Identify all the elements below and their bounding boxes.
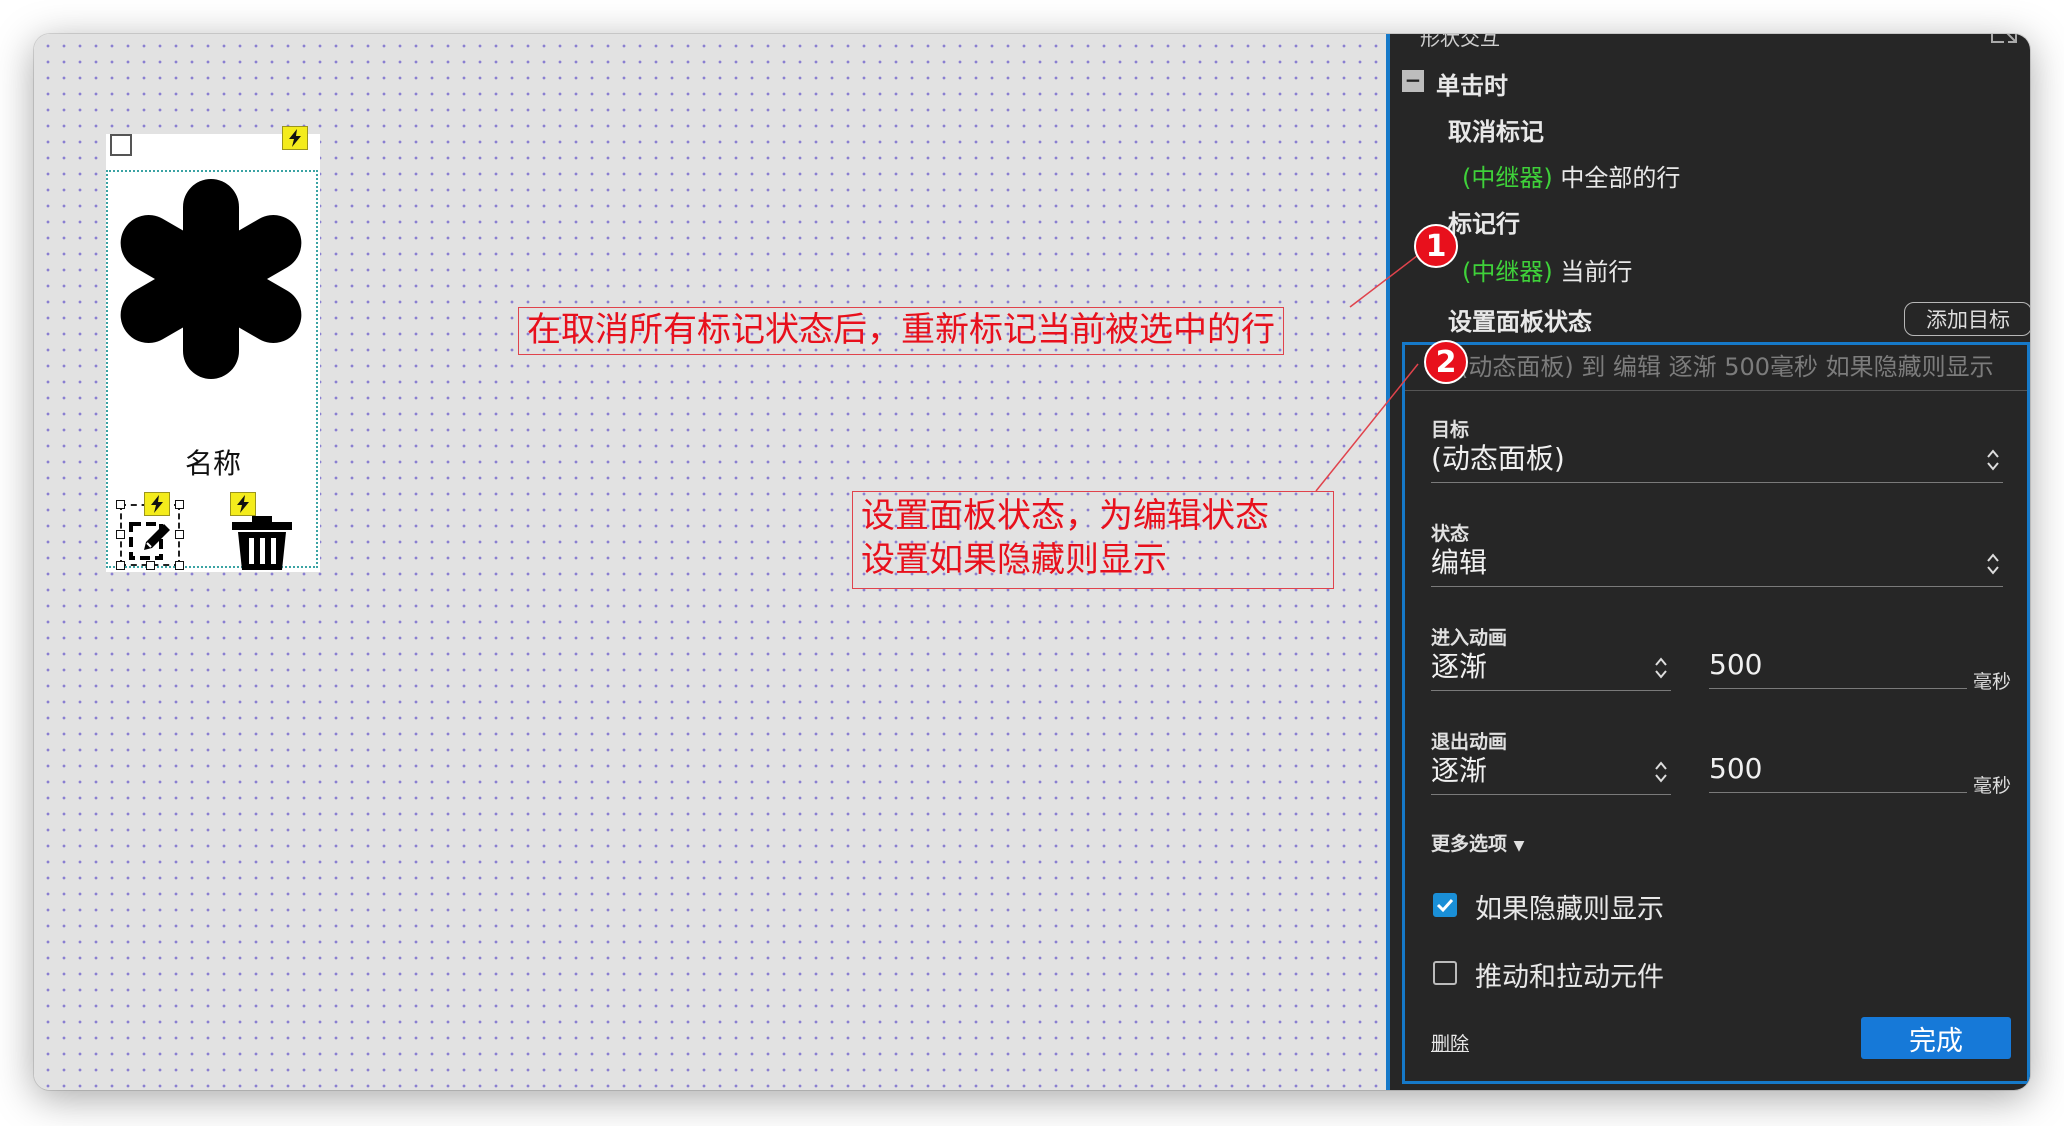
target-label: 目标 (1431, 419, 1470, 441)
target-select[interactable]: (动态面板) (1431, 439, 2003, 483)
pencil-edit-icon (129, 522, 170, 560)
state-label: 状态 (1431, 523, 1470, 545)
event-label[interactable]: 单击时 (1436, 66, 1508, 101)
action-mark-row[interactable]: 标记行 (1448, 204, 1520, 239)
target-value: (动态面板) (1431, 442, 1565, 475)
push-pull-label[interactable]: 推动和拉动元件 (1475, 955, 1664, 994)
action-unmark[interactable]: 取消标记 (1448, 112, 1544, 147)
annotation-2-line1: 设置面板状态，为编辑状态 (861, 496, 1269, 536)
interaction-panel: 形状交互 − 单击时 取消标记 (中继器) 中全部的行 标记行 (中继器) 当前… (1390, 34, 2030, 1090)
asterisk-icon (120, 179, 302, 379)
updown-chevron-icon (1655, 657, 1667, 679)
repeater-tag: (中继器) (1462, 164, 1553, 192)
exit-animation-value: 逐渐 (1431, 754, 1488, 787)
delete-link[interactable]: 删除 (1431, 1029, 1469, 1056)
exit-ms-unit: 毫秒 (1973, 775, 2012, 797)
action-editor: (动态面板) 到 编辑 逐渐 500毫秒 如果隐藏则显示 目标 (动态面板) 状… (1402, 342, 2030, 1084)
annotation-2-line2: 设置如果隐藏则显示 (861, 540, 1167, 580)
state-value: 编辑 (1431, 546, 1488, 579)
push-pull-checkbox[interactable] (1433, 961, 1457, 985)
triangle-down-icon: ▼ (1513, 838, 1525, 854)
show-if-hidden-checkbox[interactable] (1433, 893, 1457, 917)
exit-duration-input[interactable]: 500 (1709, 749, 1967, 793)
done-button[interactable]: 完成 (1861, 1017, 2011, 1059)
action-mark-row-target[interactable]: (中继器) 当前行 (1462, 252, 1632, 287)
annotation-2-box: 设置面板状态，为编辑状态 设置如果隐藏则显示 (852, 491, 1334, 589)
edit-bolt-icon (144, 492, 170, 516)
exit-duration-value: 500 (1709, 752, 1763, 785)
add-target-button[interactable]: 添加目标 (1904, 302, 2030, 336)
design-canvas[interactable]: 名称 在取消所有标记状态后，重新标记当前被选中的行 设置面板状态，为编辑状态 设… (34, 34, 1386, 1090)
more-options-label: 更多选项 (1431, 833, 1508, 855)
more-options-toggle[interactable]: 更多选项 ▼ (1431, 829, 1524, 856)
repeater-tag: (中继器) (1462, 258, 1553, 286)
trash-icon[interactable] (230, 514, 294, 570)
checkmark-icon (1436, 898, 1454, 913)
enter-duration-input[interactable]: 500 (1709, 645, 1967, 689)
action-set-panel-state[interactable]: 设置面板状态 (1448, 302, 1592, 337)
action-unmark-detail: 中全部的行 (1560, 164, 1681, 192)
collapse-event-button[interactable]: − (1402, 70, 1424, 92)
interaction-bolt-icon (282, 126, 308, 150)
enter-ms-unit: 毫秒 (1973, 671, 2012, 693)
section-header: 形状交互 (1420, 34, 1500, 50)
action-mark-row-detail: 当前行 (1560, 258, 1633, 286)
updown-chevron-icon (1987, 449, 1999, 471)
updown-chevron-icon (1655, 761, 1667, 783)
enter-duration-value: 500 (1709, 648, 1763, 681)
trash-bolt-icon (230, 492, 256, 516)
annotation-badge-1: 1 (1414, 224, 1458, 268)
row-checkbox[interactable] (110, 134, 132, 156)
show-if-hidden-label[interactable]: 如果隐藏则显示 (1475, 887, 1664, 926)
annotation-1-box: 在取消所有标记状态后，重新标记当前被选中的行 (518, 307, 1284, 355)
enter-animation-select[interactable]: 逐渐 (1431, 647, 1671, 691)
repeater-item-widget[interactable]: 名称 (106, 126, 320, 572)
annotation-1-text: 在取消所有标记状态后，重新标记当前被选中的行 (527, 310, 1275, 350)
state-select[interactable]: 编辑 (1431, 543, 2003, 587)
exit-animation-label: 退出动画 (1431, 731, 1508, 753)
widget-name-label: 名称 (184, 447, 241, 480)
expand-icon[interactable] (1990, 34, 2018, 46)
updown-chevron-icon (1987, 553, 1999, 575)
action-summary[interactable]: (动态面板) 到 编辑 逐渐 500毫秒 如果隐藏则显示 (1405, 345, 2027, 391)
annotation-badge-2: 2 (1424, 340, 1468, 384)
app-window: 名称 在取消所有标记状态后，重新标记当前被选中的行 设置面板状态，为编辑状态 设… (34, 34, 2030, 1090)
action-unmark-target[interactable]: (中继器) 中全部的行 (1462, 158, 1680, 193)
enter-animation-value: 逐渐 (1431, 650, 1488, 683)
enter-animation-label: 进入动画 (1431, 627, 1508, 649)
exit-animation-select[interactable]: 逐渐 (1431, 751, 1671, 795)
